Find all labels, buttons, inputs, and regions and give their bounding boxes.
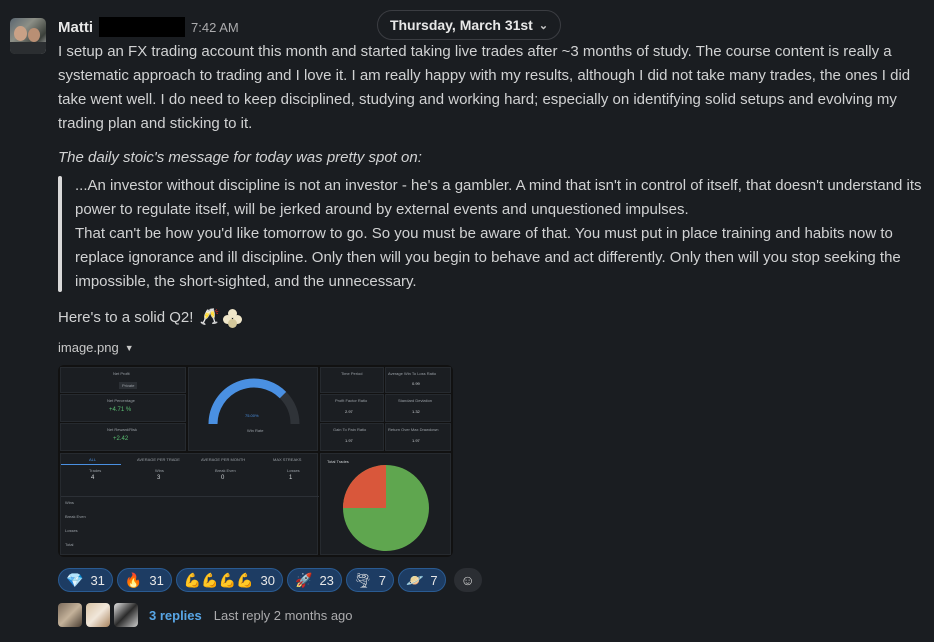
rocket-icon: 🚀 [295,572,313,588]
panel-avg-win-loss: Average Win To Loss Ratio 0.99 [385,367,451,393]
net-percentage-value: +4.71 % [109,407,132,413]
reaction-tornado[interactable]: 🌪 7 [345,568,394,592]
reaction-gem[interactable]: 💎 31 [58,568,113,592]
reply-avatar-3[interactable] [114,603,138,627]
reactions-bar: 💎 31 🔥 31 💪💪💪💪 30 🚀 23 🌪 7 🪐 7 ☺ [58,568,482,592]
quote-line-2: That can't be how you'd like tomorrow to… [75,225,901,290]
author-name[interactable]: Matti [58,19,93,36]
panel-profit-factor: Profit Factor Ratio 2.97 [320,394,384,422]
blockquote: ...An investor without discipline is not… [58,174,924,294]
reaction-count: 30 [260,572,276,588]
saturn-icon: 🪐 [405,572,424,588]
panel-win-rate: 75.00% Win Rate [188,367,318,451]
cheer-line: Here's to a solid Q2! 🥂 [58,306,924,330]
net-reward-risk-value: +2.42 [113,436,129,442]
panel-std-dev: Standard Deviation 1.32 [385,394,451,422]
filename-text: image.png [58,340,119,355]
last-reply-text: Last reply 2 months ago [213,607,353,623]
reaction-saturn[interactable]: 🪐 7 [397,568,446,592]
date-label: Thursday, March 31st [389,17,533,33]
panel-return-dd: Return Over Max Drawdown 1.97 [385,423,451,451]
quote-line-1: ...An investor without discipline is not… [75,177,922,218]
reaction-flexed-biceps[interactable]: 💪💪💪💪 30 [175,568,284,592]
panel-net-profit: Net Profit Private [60,367,186,393]
replies-link[interactable]: 3 replies [149,608,202,623]
panel-net-percentage: Net Percentage +4.71 % [60,394,186,422]
message-body: I setup an FX trading account this month… [58,40,924,330]
message-header: Matti 7:42 AM [58,16,239,38]
fire-icon: 🔥 [124,572,143,588]
win-rate-gauge [208,378,300,425]
thread-summary[interactable]: 3 replies Last reply 2 months ago [58,603,353,627]
reaction-rocket[interactable]: 🚀 23 [287,568,342,592]
reply-avatar-1[interactable] [58,603,82,627]
flexed-biceps-icon: 💪💪💪💪 [183,572,254,588]
date-divider[interactable]: Thursday, March 31st ⌄ [377,10,561,40]
reaction-count: 23 [319,572,334,588]
reaction-count: 7 [430,572,438,588]
tornado-icon: 🌪 [353,572,372,588]
reaction-count: 7 [378,572,386,588]
panel-gain-pain: Gain To Pain Ratio 1.97 [320,423,384,451]
cheer-text: Here's to a solid Q2! [58,309,194,326]
gem-icon: 💎 [66,572,84,588]
reaction-fire[interactable]: 🔥 31 [116,568,172,592]
flower-icon [223,309,243,328]
add-reaction-icon[interactable]: ☺ [453,568,482,592]
message-text: I setup an FX trading account this month… [58,43,911,132]
net-percentage-label: Net Percentage [107,398,135,403]
net-reward-risk-label: Net Reward/Risk [107,427,138,432]
panel-time-period: Time Period [320,367,384,393]
win-rate-value: 75.00% [245,413,259,418]
reaction-count: 31 [149,572,164,588]
attached-image[interactable]: Net Profit Private Net Percentage +4.71 … [58,365,453,557]
reply-avatar-2[interactable] [86,603,110,627]
panel-net-reward-risk: Net Reward/Risk +2.42 [60,423,186,451]
win-loss-pie [343,465,429,551]
panel-pie: Total Trades [320,453,451,555]
italic-intro: The daily stoic's message for today was … [58,149,422,166]
champagne-icon: 🥂 [199,309,220,326]
caret-down-icon[interactable]: ▼ [125,343,134,353]
redacted-surname [99,17,185,37]
avatar[interactable] [10,18,46,54]
reaction-count: 31 [90,572,105,588]
panel-stats: ALL AVERAGE PER TRADE AVERAGE PER MONTH … [60,453,319,555]
win-rate-label: Win Rate [247,428,264,433]
timestamp[interactable]: 7:42 AM [191,20,239,35]
attachment-filename[interactable]: image.png ▼ [58,340,134,355]
net-profit-label: Net Profit [113,371,130,376]
chevron-down-icon: ⌄ [538,19,549,32]
